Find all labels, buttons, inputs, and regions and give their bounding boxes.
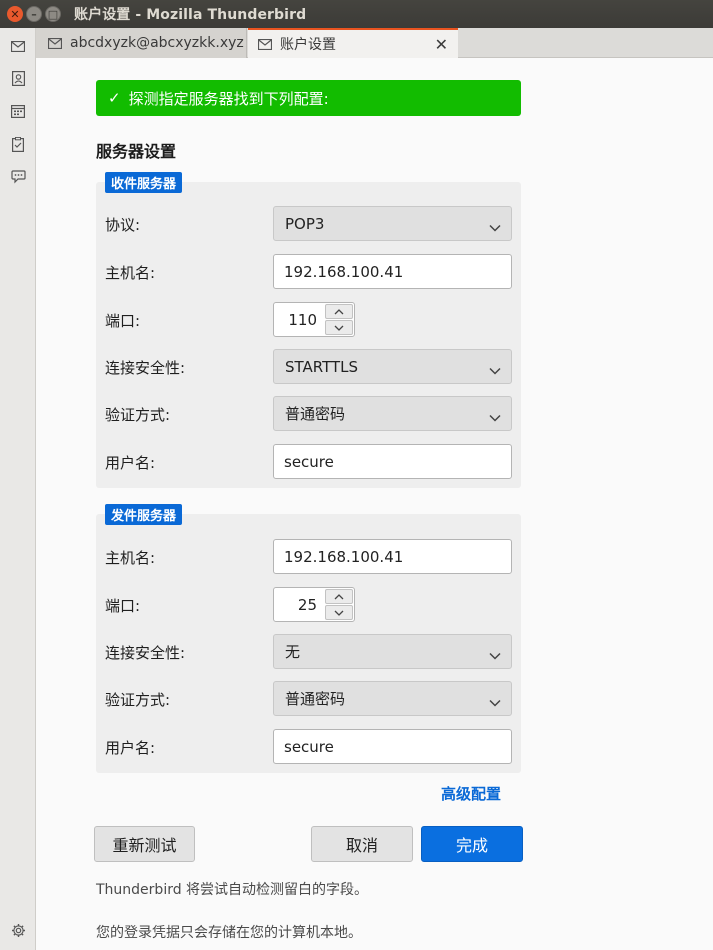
incoming-server-badge: 收件服务器 — [105, 172, 183, 193]
banner-text: 探测指定服务器找到下列配置: — [128, 89, 329, 108]
chevron-up-icon[interactable] — [325, 304, 353, 319]
incoming-protocol-select[interactable]: POP3 — [273, 206, 512, 241]
chevron-down-icon — [489, 408, 501, 426]
tab-inbox[interactable]: abcdxyzk@abcxyzkk.xyz — [36, 28, 247, 58]
username-label: 用户名: — [105, 454, 156, 472]
chevron-up-icon[interactable] — [325, 589, 353, 604]
incoming-port-stepper[interactable]: 110 — [273, 302, 355, 337]
incoming-username-field[interactable]: secure — [273, 444, 512, 479]
select-value: POP3 — [285, 214, 325, 233]
security-label: 连接安全性: — [105, 359, 186, 377]
chevron-down-icon[interactable] — [325, 320, 353, 335]
outgoing-server-badge: 发件服务器 — [105, 504, 183, 525]
minimize-window-icon[interactable]: – — [26, 6, 42, 22]
checkmark-icon: ✓ — [108, 89, 121, 107]
close-window-icon[interactable]: ✕ — [7, 6, 23, 22]
auth-label: 验证方式: — [105, 406, 171, 424]
credentials-note: 您的登录凭据只会存储在您的计算机本地。 — [96, 925, 362, 941]
hostname-label: 主机名: — [105, 549, 156, 567]
port-label: 端口: — [105, 312, 141, 330]
select-value: 普通密码 — [285, 405, 346, 423]
mail-icon — [48, 37, 62, 49]
maximize-window-icon[interactable]: □ — [45, 6, 61, 22]
window-title: 账户设置 - Mozilla Thunderbird — [74, 7, 307, 23]
chevron-down-icon[interactable] — [325, 605, 353, 620]
port-value: 110 — [288, 311, 317, 329]
incoming-security-select[interactable]: STARTTLS — [273, 349, 512, 384]
close-tab-icon[interactable]: ✕ — [435, 35, 448, 54]
port-value: 25 — [297, 596, 317, 614]
autodetect-note: Thunderbird 将尝试自动检测留白的字段。 — [96, 882, 369, 898]
chevron-down-icon — [489, 361, 501, 379]
chat-icon[interactable] — [10, 169, 26, 185]
hostname-label: 主机名: — [105, 264, 156, 282]
settings-icon[interactable] — [10, 922, 26, 938]
chevron-down-icon — [489, 218, 501, 236]
tab-label: 账户设置 — [280, 37, 336, 53]
outgoing-port-stepper[interactable]: 25 — [273, 587, 355, 622]
incoming-auth-select[interactable]: 普通密码 — [273, 396, 512, 431]
select-value: 无 — [285, 643, 301, 661]
tasks-icon[interactable] — [10, 136, 26, 152]
username-label: 用户名: — [105, 739, 156, 757]
security-label: 连接安全性: — [105, 644, 186, 662]
retest-button[interactable]: 重新测试 — [94, 826, 195, 862]
cancel-button[interactable]: 取消 — [311, 826, 413, 862]
spaces-toolbar — [0, 28, 36, 950]
done-button[interactable]: 完成 — [421, 826, 523, 862]
select-value: STARTTLS — [285, 357, 359, 376]
outgoing-auth-select[interactable]: 普通密码 — [273, 681, 512, 716]
mail-icon — [258, 38, 272, 50]
advanced-config-link[interactable]: 高级配置 — [441, 783, 501, 804]
outgoing-hostname-field[interactable]: 192.168.100.41 — [273, 539, 512, 574]
calendar-icon[interactable] — [10, 103, 26, 119]
tab-account-settings[interactable]: 账户设置 ✕ — [248, 28, 458, 58]
detection-success-banner: ✓ 探测指定服务器找到下列配置: — [96, 80, 521, 116]
outgoing-username-field[interactable]: secure — [273, 729, 512, 764]
outgoing-security-select[interactable]: 无 — [273, 634, 512, 669]
chevron-down-icon — [489, 646, 501, 664]
address-book-icon[interactable] — [10, 70, 26, 86]
tab-bar: abcdxyzk@abcxyzkk.xyz 账户设置 ✕ — [36, 28, 713, 58]
mail-icon[interactable] — [10, 38, 26, 54]
incoming-hostname-field[interactable]: 192.168.100.41 — [273, 254, 512, 289]
window-controls: ✕ – □ — [7, 6, 61, 22]
auth-label: 验证方式: — [105, 691, 171, 709]
chevron-down-icon — [489, 693, 501, 711]
tab-label: abcdxyzk@abcxyzkk.xyz — [70, 35, 244, 51]
protocol-label: 协议: — [105, 216, 141, 234]
section-title: 服务器设置 — [96, 142, 177, 161]
port-label: 端口: — [105, 597, 141, 615]
window-titlebar: ✕ – □ 账户设置 - Mozilla Thunderbird — [0, 0, 713, 28]
select-value: 普通密码 — [285, 690, 346, 708]
